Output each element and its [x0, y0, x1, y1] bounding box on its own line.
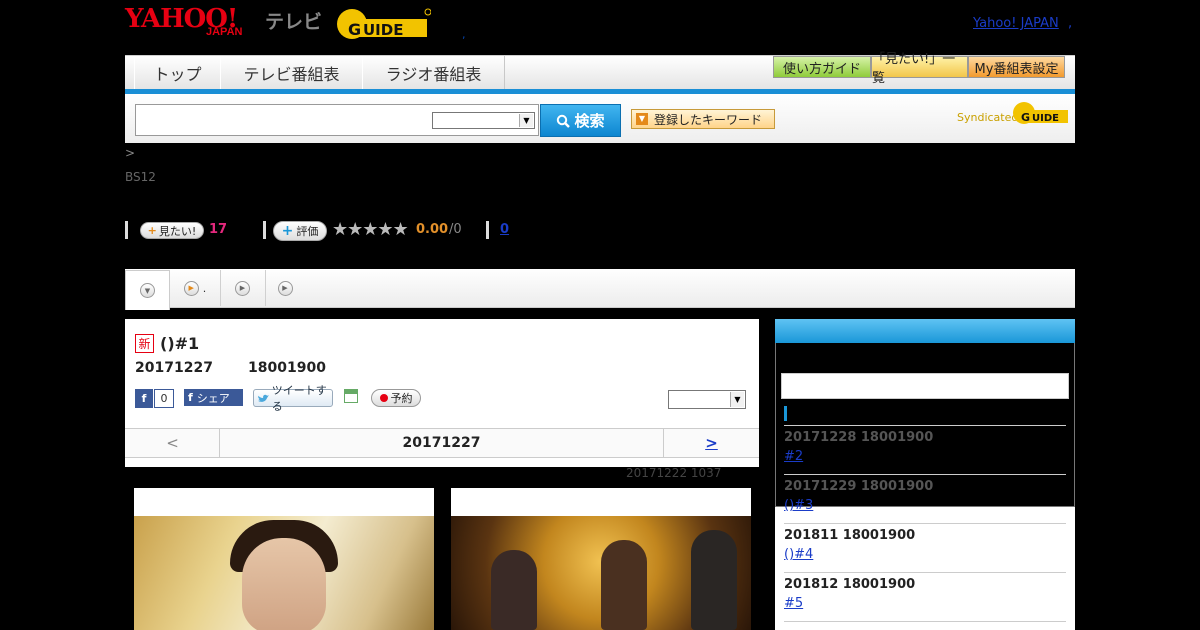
watchlist-button[interactable]: 「見たい!」一覧: [871, 52, 968, 86]
tweet-label: ツイートする: [271, 384, 327, 413]
search-button[interactable]: 検索: [540, 104, 621, 137]
program-image-1[interactable]: [134, 488, 434, 630]
sidebar-box: [781, 373, 1069, 399]
calendar-icon[interactable]: [344, 389, 358, 403]
record-icon: [379, 394, 388, 402]
usage-guide-button[interactable]: 使い方ガイド: [773, 56, 871, 78]
facebook-like-count: 0: [155, 390, 173, 407]
want-to-watch-button[interactable]: + 見たい!: [140, 222, 204, 239]
episode-date: 201811 18001900: [784, 528, 916, 543]
play-icon: ▶: [277, 280, 293, 296]
episode-link[interactable]: ()#3: [784, 498, 843, 513]
want-to-watch-label: 見たい!: [158, 224, 197, 238]
pager-current-date: 20171227: [402, 435, 481, 451]
saved-keywords-button[interactable]: ▼ 登録したキーワード: [631, 109, 775, 129]
header-dot: ,: [462, 28, 466, 41]
program-time: 18001900: [248, 360, 326, 376]
program-image-2[interactable]: [451, 488, 751, 630]
new-badge: 新: [135, 334, 154, 353]
tab-fourth[interactable]: ▶: [265, 270, 305, 306]
saved-keywords-label: 登録したキーワード: [654, 112, 763, 127]
rating-count: /0: [449, 222, 462, 237]
tab-program-info[interactable]: ▼: [125, 270, 170, 310]
updated-timestamp: 20171222 1037: [626, 466, 722, 480]
rate-label: 評価: [296, 225, 319, 238]
sidebar-divider: [784, 425, 1066, 426]
rate-button[interactable]: + 評価: [273, 221, 327, 241]
stat-divider: [125, 221, 128, 239]
nav-tab-label: ラジオ番組表: [385, 64, 482, 84]
program-date: 20171227: [135, 360, 213, 376]
tab-label: .: [202, 281, 207, 295]
facebook-icon: f: [188, 391, 193, 404]
plus-icon: +: [147, 224, 157, 237]
program-title: ()#1: [160, 334, 200, 353]
sidebar-list-bg: [775, 507, 1075, 630]
nav-tab-top[interactable]: トップ: [134, 56, 221, 89]
episode-link[interactable]: #5: [784, 596, 831, 611]
facebook-share-label: シェア: [196, 391, 230, 405]
search-button-label: 検索: [574, 112, 605, 130]
chevron-down-icon: ▼: [636, 113, 648, 125]
sidebar-divider: [784, 474, 1066, 475]
nav-tab-label: トップ: [153, 64, 202, 84]
want-to-watch-count: 17: [209, 222, 228, 237]
rating-score: 0.00: [416, 222, 449, 237]
sidebar-divider: [784, 523, 1066, 524]
chevron-down-icon: ▼: [730, 392, 744, 407]
tab-second[interactable]: ▶ .: [170, 270, 221, 306]
stat-divider: [486, 221, 489, 239]
reserve-label: 予約: [390, 392, 413, 405]
play-icon: ▶: [183, 280, 199, 296]
episode-date: 20171229 18001900: [784, 479, 934, 494]
tv-logo-text[interactable]: テレビ: [265, 7, 322, 34]
program-photo: [134, 516, 434, 630]
svg-text:G: G: [1021, 111, 1030, 124]
pager-next-button[interactable]: >: [663, 429, 759, 457]
facebook-share-button[interactable]: f シェア: [184, 389, 243, 406]
tweet-button[interactable]: ツイートする: [253, 384, 333, 413]
gguide-logo[interactable]: G UIDE: [335, 7, 431, 41]
sidebar-header: [775, 319, 1075, 343]
search-icon: [557, 114, 571, 128]
program-photo: [451, 516, 751, 630]
episode-link[interactable]: #2: [784, 449, 833, 464]
pager-prev-button[interactable]: <: [126, 429, 220, 457]
svg-text:G: G: [348, 20, 361, 39]
nav-tab-label: テレビ番組表: [243, 64, 340, 84]
facebook-icon: f: [135, 389, 154, 408]
episode-date: 20171228 18001900: [784, 430, 934, 445]
episode-link[interactable]: ()#4: [784, 547, 853, 562]
twitter-icon: [257, 394, 269, 402]
sidebar-divider: [784, 621, 1066, 622]
episode-date: 201812 18001900: [784, 577, 916, 592]
search-category-select[interactable]: ▼: [432, 112, 535, 129]
chevron-down-icon: ▼: [519, 114, 533, 127]
rating-stars: ★★★★★: [332, 219, 409, 240]
nav-tab-radio-listings[interactable]: ラジオ番組表: [362, 56, 505, 89]
sidebar-divider: [784, 572, 1066, 573]
play-icon: ▶: [235, 280, 250, 296]
syndicated-label: Syndicated: [957, 111, 1019, 124]
syndicated-gguide-logo: G UIDE: [1013, 102, 1068, 124]
channel-name: BS12: [125, 170, 156, 184]
review-count-link[interactable]: 0: [500, 222, 509, 237]
yahoo-link-dot: ,: [1068, 16, 1073, 31]
nav-tab-tv-listings[interactable]: テレビ番組表: [220, 56, 363, 89]
stat-divider: [263, 221, 266, 239]
tab-third[interactable]: ▶: [220, 270, 266, 306]
breadcrumb: >: [125, 146, 136, 160]
yahoo-japan-text: JAPAN: [206, 26, 243, 38]
yahoo-japan-link[interactable]: Yahoo! JAPAN: [973, 16, 1059, 31]
svg-text:UIDE: UIDE: [1032, 113, 1059, 124]
sidebar-marker: [784, 406, 787, 421]
chevron-down-icon: ▼: [140, 283, 155, 298]
plus-icon: +: [281, 223, 294, 239]
my-listings-settings-button[interactable]: My番組表設定: [968, 56, 1065, 78]
svg-text:UIDE: UIDE: [363, 21, 403, 39]
program-action-select[interactable]: ▼: [668, 390, 746, 409]
reserve-button[interactable]: 予約: [371, 389, 421, 407]
facebook-like-button[interactable]: f 0: [135, 389, 174, 408]
